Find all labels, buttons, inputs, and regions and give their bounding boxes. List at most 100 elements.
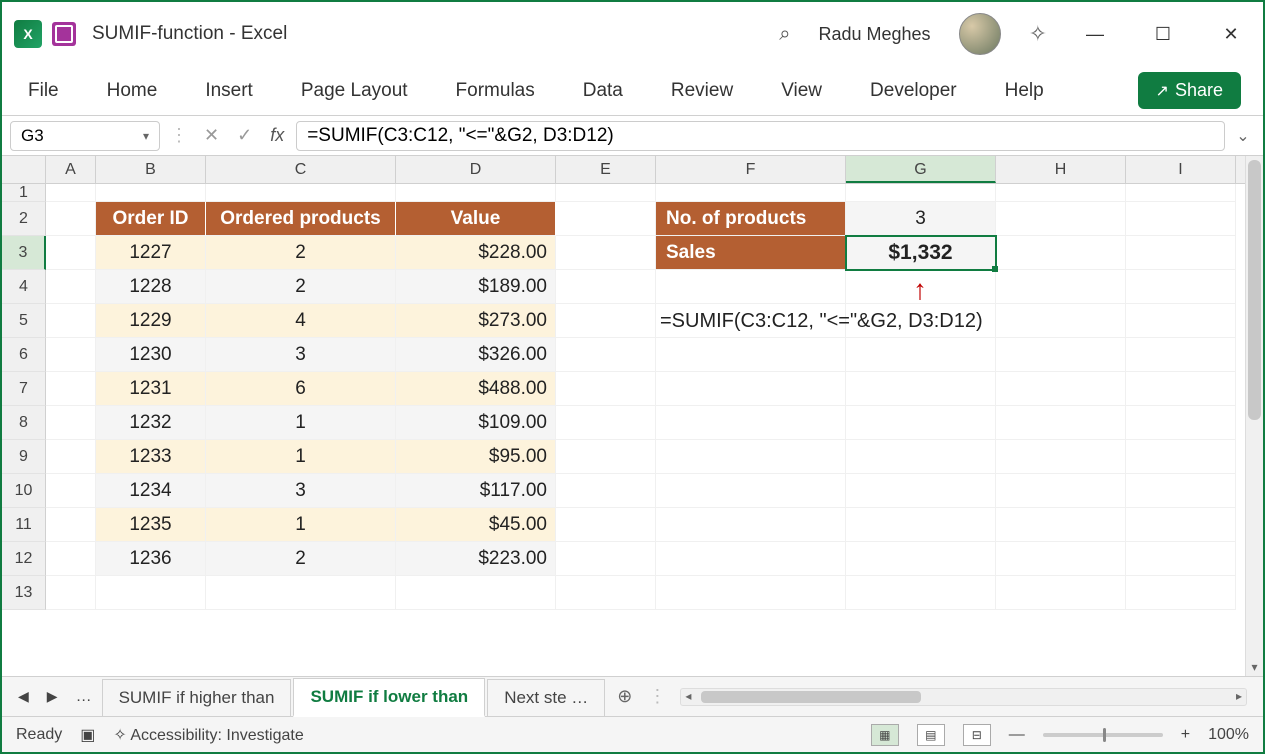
- horizontal-scrollbar[interactable]: ◂ ▸: [680, 688, 1247, 706]
- column-header-E[interactable]: E: [556, 156, 656, 183]
- zoom-slider[interactable]: [1043, 733, 1163, 737]
- tab-page-layout[interactable]: Page Layout: [297, 72, 412, 110]
- zoom-in-button[interactable]: +: [1181, 726, 1190, 744]
- divider: ⋮: [644, 686, 670, 707]
- column-headers: ABCDEFGHI: [2, 156, 1263, 184]
- tab-formulas[interactable]: Formulas: [452, 72, 539, 110]
- copilot-icon[interactable]: ✧: [1029, 21, 1047, 47]
- table-row[interactable]: 1229: [96, 304, 206, 338]
- vertical-scrollbar[interactable]: ▴ ▾: [1245, 156, 1263, 676]
- formula-expand-icon[interactable]: ⌄: [1231, 126, 1255, 146]
- scrollbar-thumb[interactable]: [1248, 160, 1261, 420]
- view-page-layout-icon[interactable]: ▤: [917, 724, 945, 746]
- sheet-overflow[interactable]: …: [68, 688, 100, 706]
- annotation-formula-text: =SUMIF(C3:C12, "<="&G2, D3:D12): [660, 310, 983, 333]
- row-header-9[interactable]: 9: [2, 440, 46, 474]
- column-header-F[interactable]: F: [656, 156, 846, 183]
- fx-icon[interactable]: fx: [264, 125, 290, 146]
- excel-app-icon: X: [14, 20, 42, 48]
- accessibility-status[interactable]: ✧ Accessibility: Investigate: [113, 725, 303, 745]
- column-header-H[interactable]: H: [996, 156, 1126, 183]
- table-row[interactable]: 1236: [96, 542, 206, 576]
- sheet-nav-prev-icon[interactable]: ◀: [10, 688, 37, 705]
- minimize-button[interactable]: —: [1075, 24, 1115, 45]
- label-sales[interactable]: Sales: [656, 236, 846, 270]
- value-no-of-products[interactable]: 3: [846, 202, 996, 236]
- column-header-I[interactable]: I: [1126, 156, 1236, 183]
- row-header-5[interactable]: 5: [2, 304, 46, 338]
- table-row[interactable]: 1234: [96, 474, 206, 508]
- table-row[interactable]: 1227: [96, 236, 206, 270]
- tab-review[interactable]: Review: [667, 72, 737, 110]
- annotation-arrow-icon: ↑: [913, 274, 927, 306]
- tab-file[interactable]: File: [24, 72, 63, 110]
- value-sales-selected-cell[interactable]: $1,332: [846, 236, 996, 270]
- column-header-D[interactable]: D: [396, 156, 556, 183]
- row-header-1[interactable]: 1: [2, 184, 46, 202]
- table-header-value[interactable]: Value: [396, 202, 556, 236]
- table-header-order-id[interactable]: Order ID: [96, 202, 206, 236]
- table-row[interactable]: 1231: [96, 372, 206, 406]
- maximize-button[interactable]: ☐: [1143, 24, 1183, 45]
- tab-insert[interactable]: Insert: [201, 72, 257, 110]
- row-header-13[interactable]: 13: [2, 576, 46, 610]
- column-header-C[interactable]: C: [206, 156, 396, 183]
- row-header-4[interactable]: 4: [2, 270, 46, 304]
- close-button[interactable]: ✕: [1211, 24, 1251, 45]
- view-page-break-icon[interactable]: ⊟: [963, 724, 991, 746]
- tab-help[interactable]: Help: [1001, 72, 1048, 110]
- tab-developer[interactable]: Developer: [866, 72, 961, 110]
- scrollbar-thumb[interactable]: [701, 691, 921, 703]
- cancel-formula-icon[interactable]: ✕: [198, 125, 225, 146]
- sheet-tab-prev[interactable]: SUMIF if higher than: [102, 679, 292, 716]
- table-row[interactable]: 1230: [96, 338, 206, 372]
- accept-formula-icon[interactable]: ✓: [231, 125, 258, 146]
- formula-bar: G3▾ ⋮ ✕ ✓ fx =SUMIF(C3:C12, "<="&G2, D3:…: [2, 116, 1263, 156]
- view-normal-icon[interactable]: ▦: [871, 724, 899, 746]
- label-no-of-products[interactable]: No. of products: [656, 202, 846, 236]
- column-header-G[interactable]: G: [846, 156, 996, 183]
- column-header-B[interactable]: B: [96, 156, 206, 183]
- cells-area[interactable]: Order IDOrdered productsValue No. of prod…: [46, 184, 1263, 610]
- row-headers: 12345678910111213: [2, 184, 46, 610]
- select-all-corner[interactable]: [2, 156, 46, 183]
- user-avatar[interactable]: [959, 13, 1001, 55]
- row-header-12[interactable]: 12: [2, 542, 46, 576]
- row-header-10[interactable]: 10: [2, 474, 46, 508]
- scroll-left-icon[interactable]: ◂: [685, 689, 691, 703]
- name-box[interactable]: G3▾: [10, 121, 160, 151]
- add-sheet-icon[interactable]: ⊕: [607, 686, 642, 707]
- search-icon[interactable]: ⌕: [779, 23, 790, 46]
- table-row[interactable]: 1235: [96, 508, 206, 542]
- sheet-tab-active[interactable]: SUMIF if lower than: [293, 678, 485, 717]
- spreadsheet-grid[interactable]: ABCDEFGHI 12345678910111213 Order IDOrde…: [2, 156, 1263, 676]
- row-header-8[interactable]: 8: [2, 406, 46, 440]
- table-header-ordered-products[interactable]: Ordered products: [206, 202, 396, 236]
- macro-record-icon[interactable]: ▣: [80, 725, 95, 745]
- sheet-nav-next-icon[interactable]: ▶: [39, 688, 66, 705]
- row-header-2[interactable]: 2: [2, 202, 46, 236]
- formula-input[interactable]: =SUMIF(C3:C12, "<="&G2, D3:D12): [296, 121, 1225, 151]
- column-header-A[interactable]: A: [46, 156, 96, 183]
- status-bar: Ready ▣ ✧ Accessibility: Investigate ▦ ▤…: [2, 716, 1263, 752]
- row-header-7[interactable]: 7: [2, 372, 46, 406]
- table-row[interactable]: 1232: [96, 406, 206, 440]
- chevron-down-icon[interactable]: ▾: [143, 129, 149, 143]
- row-header-6[interactable]: 6: [2, 338, 46, 372]
- save-icon[interactable]: [52, 22, 76, 46]
- table-row[interactable]: 1228: [96, 270, 206, 304]
- sheet-tab-next[interactable]: Next ste …: [487, 679, 605, 716]
- tab-view[interactable]: View: [777, 72, 826, 110]
- row-header-11[interactable]: 11: [2, 508, 46, 542]
- tab-home[interactable]: Home: [103, 72, 162, 110]
- tab-data[interactable]: Data: [579, 72, 627, 110]
- scroll-right-icon[interactable]: ▸: [1236, 689, 1242, 703]
- status-ready: Ready: [16, 726, 62, 744]
- scroll-down-icon[interactable]: ▾: [1246, 660, 1263, 674]
- share-button[interactable]: Share: [1138, 72, 1241, 109]
- row-header-3[interactable]: 3: [2, 236, 46, 270]
- divider: ⋮: [166, 125, 192, 146]
- table-row[interactable]: 1233: [96, 440, 206, 474]
- zoom-out-button[interactable]: —: [1009, 726, 1025, 744]
- zoom-level[interactable]: 100%: [1208, 726, 1249, 744]
